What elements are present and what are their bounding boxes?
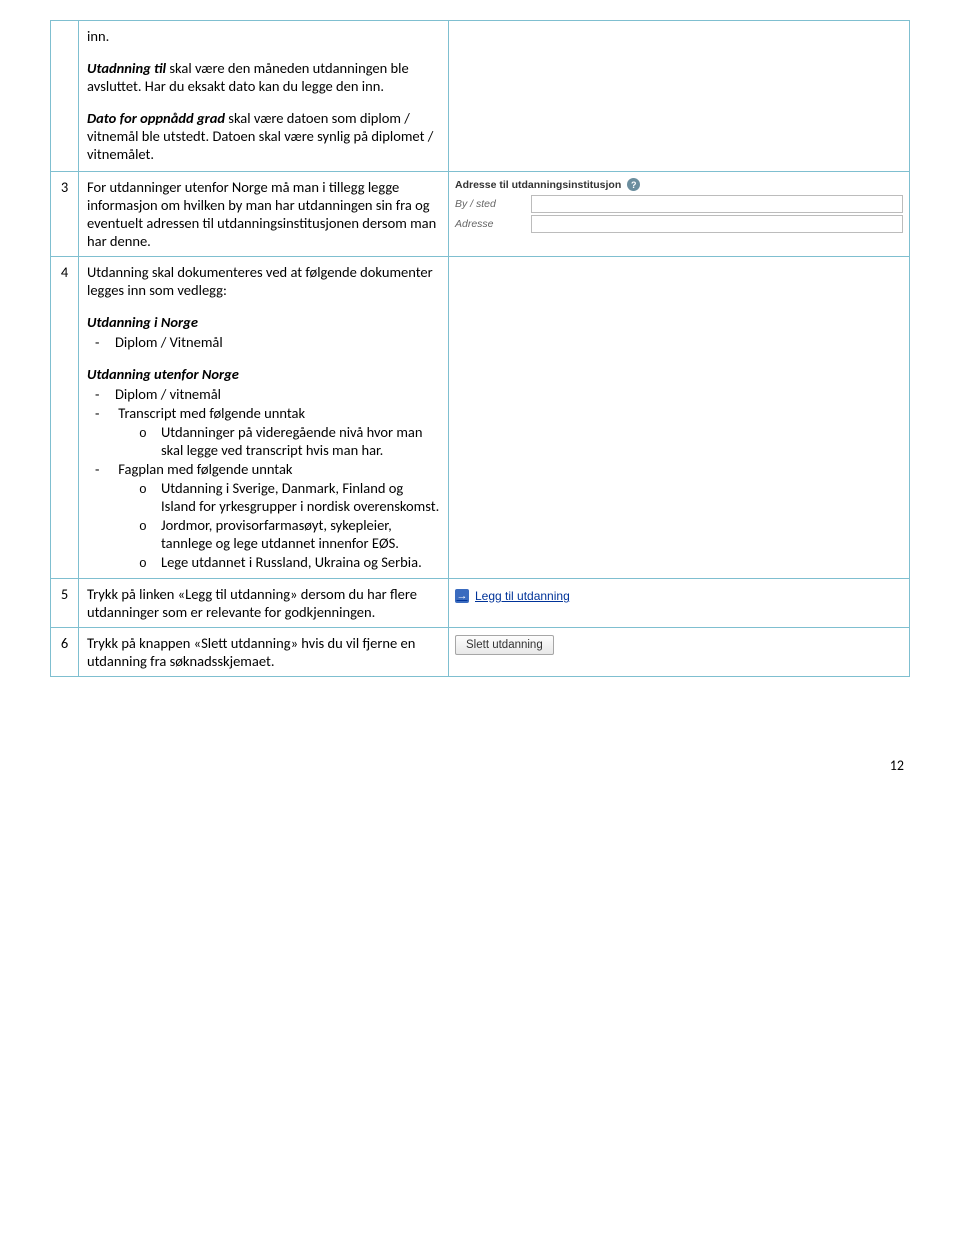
help-icon[interactable]: ? xyxy=(627,178,640,191)
row-number xyxy=(51,21,79,172)
text: Dato for oppnådd grad skal være datoen s… xyxy=(87,109,440,163)
row-description: Trykk på linken «Legg til utdanning» der… xyxy=(79,579,449,628)
address-form: Adresse til utdanningsinstitusjon ? By /… xyxy=(455,178,903,233)
list-item: Diplom / Vitnemål xyxy=(115,333,440,351)
row-number: 6 xyxy=(51,628,79,677)
link-label: Legg til utdanning xyxy=(475,589,570,603)
table-row: inn. Utadnning til skal være den måneden… xyxy=(51,21,910,172)
text: inn. xyxy=(87,27,440,45)
list: Diplom / vitnemål Transcript med følgend… xyxy=(87,385,440,571)
list-item: Transcript med følgende unntak Utdanning… xyxy=(115,404,440,459)
delete-education-button[interactable]: Slett utdanning xyxy=(455,635,554,655)
add-education-link[interactable]: → Legg til utdanning xyxy=(455,589,570,603)
row-screenshot xyxy=(449,257,910,579)
row-screenshot: → Legg til utdanning xyxy=(449,579,910,628)
arrow-right-icon: → xyxy=(455,589,469,603)
row-number: 4 xyxy=(51,257,79,579)
table-row: 3 For utdanninger utenfor Norge må man i… xyxy=(51,172,910,257)
address-input[interactable] xyxy=(531,215,903,233)
list: Diplom / Vitnemål xyxy=(87,333,440,351)
list-item: Lege utdannet i Russland, Ukraina og Ser… xyxy=(161,553,440,571)
form-row: By / sted xyxy=(455,195,903,213)
row-screenshot: Adresse til utdanningsinstitusjon ? By /… xyxy=(449,172,910,257)
sublist: Utdanninger på videregående nivå hvor ma… xyxy=(115,423,440,459)
row-description: Trykk på knappen «Slett utdanning» hvis … xyxy=(79,628,449,677)
emphasis: Dato for oppnådd grad xyxy=(87,109,225,127)
row-screenshot: Slett utdanning xyxy=(449,628,910,677)
row-number: 3 xyxy=(51,172,79,257)
page-number: 12 xyxy=(50,757,910,774)
sublist: Utdanning i Sverige, Danmark, Finland og… xyxy=(115,479,440,571)
list-item: Utdanninger på videregående nivå hvor ma… xyxy=(161,423,440,459)
form-title: Adresse til utdanningsinstitusjon xyxy=(455,179,621,191)
form-row: Adresse xyxy=(455,215,903,233)
list-item: Fagplan med følgende unntak Utdanning i … xyxy=(115,460,440,571)
text: Transcript med følgende unntak xyxy=(118,404,305,422)
row-description: inn. Utadnning til skal være den måneden… xyxy=(79,21,449,172)
emphasis: Utadnning til xyxy=(87,59,166,77)
row-description: For utdanninger utenfor Norge må man i t… xyxy=(79,172,449,257)
row-description: Utdanning skal dokumenteres ved at følge… xyxy=(79,257,449,579)
subheading: Utdanning utenfor Norge xyxy=(87,365,440,383)
text: Utdanning skal dokumenteres ved at følge… xyxy=(87,263,440,299)
list-item: Jordmor, provisorfarmasøyt, sykepleier, … xyxy=(161,516,440,552)
city-input[interactable] xyxy=(531,195,903,213)
form-label: By / sted xyxy=(455,198,525,210)
table-row: 4 Utdanning skal dokumenteres ved at føl… xyxy=(51,257,910,579)
instruction-table: inn. Utadnning til skal være den måneden… xyxy=(50,20,910,677)
subheading: Utdanning i Norge xyxy=(87,313,440,331)
form-header: Adresse til utdanningsinstitusjon ? xyxy=(455,178,903,191)
list-item: Utdanning i Sverige, Danmark, Finland og… xyxy=(161,479,440,515)
row-screenshot xyxy=(449,21,910,172)
row-number: 5 xyxy=(51,579,79,628)
list-item: Diplom / vitnemål xyxy=(115,385,440,403)
form-label: Adresse xyxy=(455,218,525,230)
table-row: 6 Trykk på knappen «Slett utdanning» hvi… xyxy=(51,628,910,677)
text: Fagplan med følgende unntak xyxy=(118,460,292,478)
table-row: 5 Trykk på linken «Legg til utdanning» d… xyxy=(51,579,910,628)
text: Utadnning til skal være den måneden utda… xyxy=(87,59,440,95)
